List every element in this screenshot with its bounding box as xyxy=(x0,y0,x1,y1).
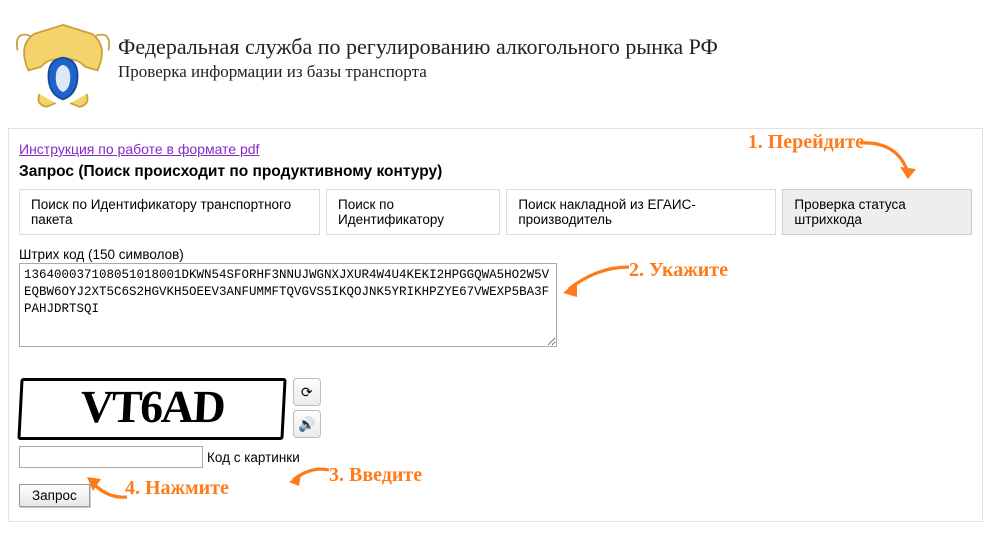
captcha-audio-button[interactable]: 🔊 xyxy=(293,410,321,438)
captcha-refresh-button[interactable]: ⟳ xyxy=(293,378,321,406)
captcha-input[interactable] xyxy=(19,446,203,468)
captcha-input-label: Код с картинки xyxy=(207,450,300,465)
annotation-arrow-2 xyxy=(561,261,633,299)
captcha-image: VT6AD xyxy=(17,378,286,440)
annotation-arrow-1 xyxy=(858,137,918,185)
barcode-textarea[interactable] xyxy=(19,263,557,347)
annotation-step1: 1. Перейдите xyxy=(748,131,864,154)
annotation-arrow-4 xyxy=(83,475,131,503)
submit-button[interactable]: Запрос xyxy=(19,484,90,507)
annotation-step4: 4. Нажмите xyxy=(125,477,229,500)
tab-barcode-status[interactable]: Проверка статуса штрихкода xyxy=(782,189,972,235)
page-subtitle: Проверка информации из базы транспорта xyxy=(118,62,718,82)
page-title: Федеральная служба по регулированию алко… xyxy=(118,34,718,60)
barcode-label: Штрих код (150 символов) xyxy=(19,247,972,262)
annotation-step2: 2. Укажите xyxy=(629,259,728,282)
tab-search-identifier[interactable]: Поиск по Идентификатору xyxy=(326,189,500,235)
emblem-logo xyxy=(8,14,118,114)
tab-search-invoice[interactable]: Поиск накладной из ЕГАИС-производитель xyxy=(506,189,776,235)
request-heading: Запрос (Поиск происходит по продуктивном… xyxy=(19,163,972,181)
pdf-instruction-link[interactable]: Инструкция по работе в формате pdf xyxy=(19,141,259,157)
annotation-arrow-3 xyxy=(287,464,331,490)
sound-icon: 🔊 xyxy=(298,416,315,433)
refresh-icon: ⟳ xyxy=(301,384,313,401)
tab-search-transport-package[interactable]: Поиск по Идентификатору транспортного па… xyxy=(19,189,320,235)
